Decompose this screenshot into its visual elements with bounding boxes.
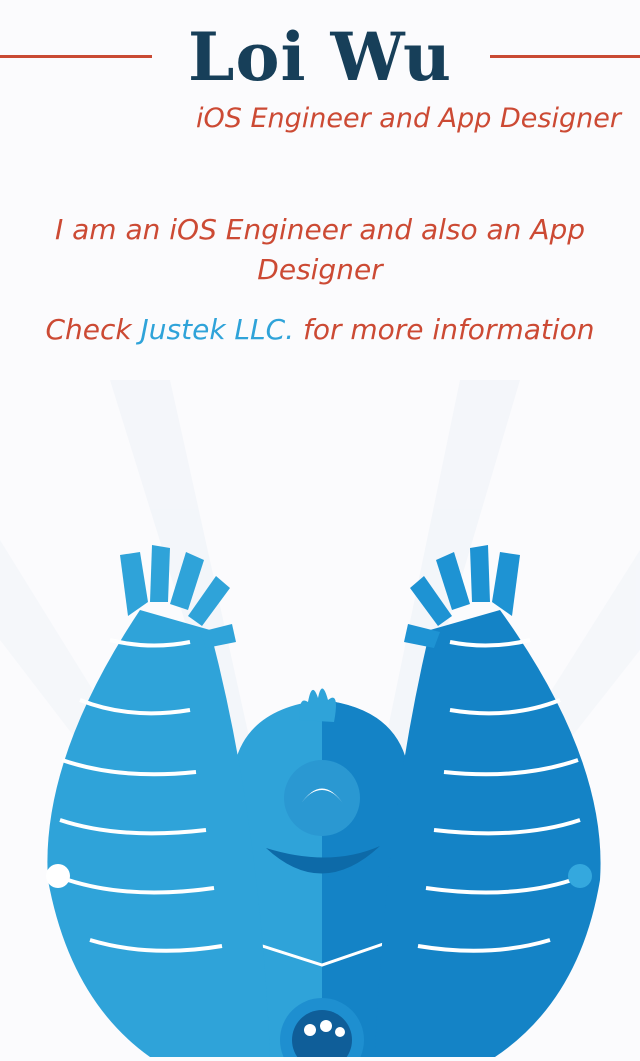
hero-illustration [0,380,640,1061]
mascot-left-arm [46,545,270,1057]
site-tagline: iOS Engineer and App Designer [196,103,621,134]
mascot-right-arm [375,545,601,1057]
cta-suffix: for more information [294,313,595,346]
site-title: Loi Wu [188,18,452,96]
site-header: Loi Wu iOS Engineer and App Designer [0,0,640,150]
justek-link[interactable]: Justek LLC. [141,313,295,346]
header-rule-left [0,55,152,58]
header-rule-right [490,55,640,58]
cta-prefix: Check [45,313,141,346]
cta-sentence: Check Justek LLC. for more information [20,310,620,350]
intro-text: I am an iOS Engineer and also an App Des… [54,213,586,286]
mascot-illustration [0,380,640,1061]
